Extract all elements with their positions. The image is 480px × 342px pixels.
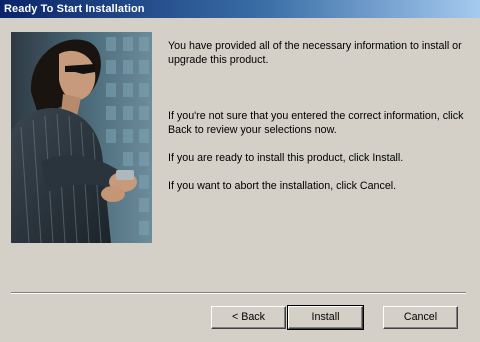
info-paragraph-provided: You have provided all of the necessary i… [168, 40, 462, 66]
installer-photo [11, 32, 152, 243]
info-paragraph-review: If you're not sure that you entered the … [168, 110, 464, 136]
button-divider [11, 292, 466, 294]
info-paragraph-install: If you are ready to install this product… [168, 152, 404, 164]
cancel-button[interactable]: Cancel [383, 306, 458, 329]
back-button[interactable]: < Back [211, 306, 286, 329]
info-paragraph-cancel: If you want to abort the installation, c… [168, 180, 397, 192]
person-with-phone-image [11, 32, 152, 243]
install-button-label: Install [311, 311, 340, 323]
install-button[interactable]: Install [287, 305, 364, 330]
back-button-label: < Back [232, 311, 265, 323]
window-title: Ready To Start Installation [4, 3, 145, 15]
title-bar: Ready To Start Installation [0, 0, 480, 18]
cancel-button-label: Cancel [403, 311, 438, 323]
